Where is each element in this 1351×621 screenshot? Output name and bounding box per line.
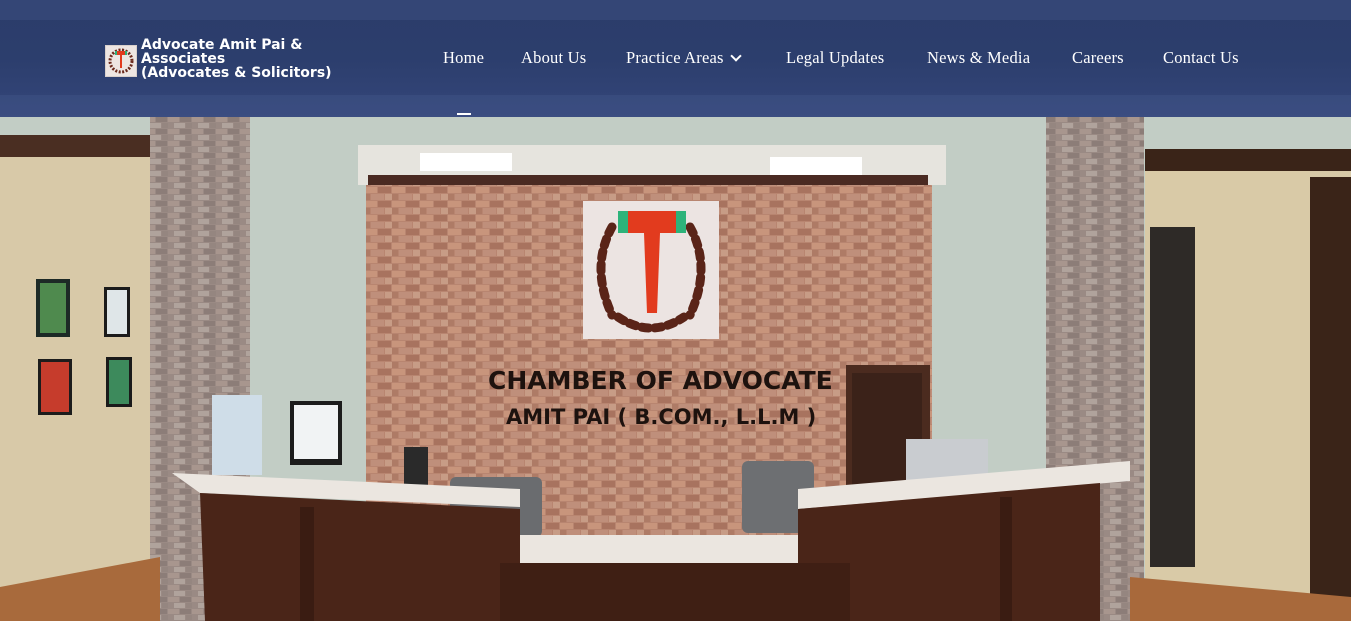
nav-home[interactable]: Home bbox=[443, 48, 484, 68]
site-header: Advocate Amit Pai & Associates (Advocate… bbox=[0, 0, 1351, 117]
active-nav-indicator bbox=[457, 113, 471, 115]
nav-about-us[interactable]: About Us bbox=[521, 48, 586, 68]
hero-image: CHAMBER OF ADVOCATE AMIT PAI ( B.COM., L… bbox=[0, 117, 1351, 621]
nav-careers[interactable]: Careers bbox=[1072, 48, 1124, 68]
nav-news-media[interactable]: News & Media bbox=[927, 48, 1030, 68]
sign-line2: AMIT PAI ( B.COM., L.L.M ) bbox=[506, 405, 816, 429]
main-nav: Home About Us Practice Areas Legal Updat… bbox=[0, 48, 1351, 70]
office-reception-illustration: CHAMBER OF ADVOCATE AMIT PAI ( B.COM., L… bbox=[0, 117, 1351, 621]
nav-contact-us[interactable]: Contact Us bbox=[1163, 48, 1239, 68]
nav-practice-areas-label: Practice Areas bbox=[626, 48, 724, 67]
header-bottom-band bbox=[0, 95, 1351, 117]
sign-line1: CHAMBER OF ADVOCATE bbox=[488, 366, 833, 395]
nav-legal-updates[interactable]: Legal Updates bbox=[786, 48, 884, 68]
nav-practice-areas[interactable]: Practice Areas bbox=[626, 48, 742, 68]
chevron-down-icon bbox=[729, 50, 742, 62]
header-top-band bbox=[0, 0, 1351, 20]
